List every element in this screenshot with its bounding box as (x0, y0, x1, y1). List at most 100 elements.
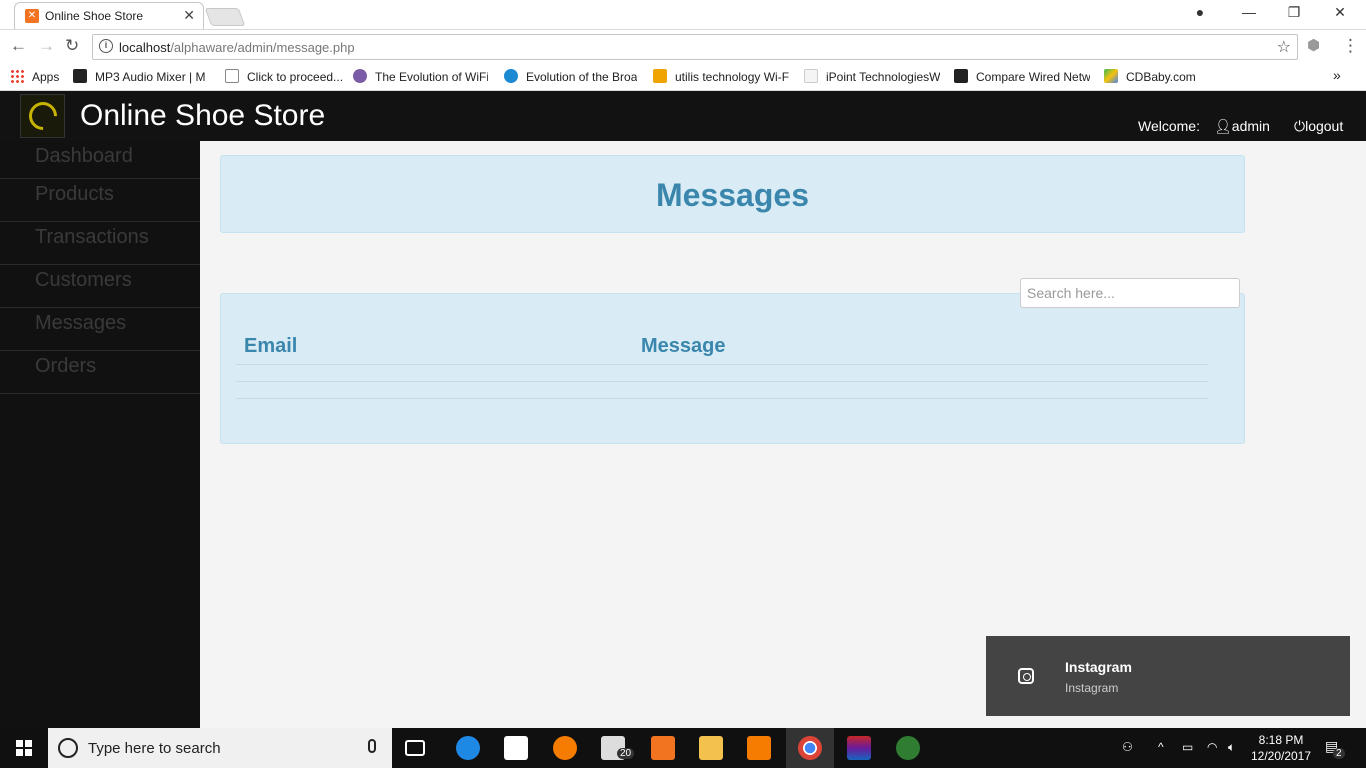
site-info-icon[interactable]: i (99, 39, 113, 53)
table-divider (236, 398, 1208, 399)
bookmark-item[interactable]: Compare Wired Netw (954, 69, 1090, 84)
menu-kebab-icon[interactable]: ⋮ (1342, 36, 1359, 56)
cortana-icon (58, 738, 78, 758)
column-header-message[interactable]: Message (641, 335, 726, 358)
battery-icon[interactable]: ▭ (1182, 740, 1193, 754)
wifi-icon[interactable]: ◠ (1207, 740, 1217, 754)
taskbar-clock[interactable]: 8:18 PM 12/20/2017 (1248, 732, 1314, 764)
reload-icon[interactable]: ↻ (65, 36, 79, 56)
table-divider (236, 364, 1208, 365)
sidebar-item-products[interactable]: Products (0, 179, 200, 222)
back-icon[interactable]: ← (10, 36, 27, 56)
bookmark-label: Compare Wired Netw (976, 70, 1090, 84)
windows-taskbar: Type here to search 20 ⚇ ^ ▭ ◠ 🔈︎ 8:18 P… (0, 728, 1366, 768)
store-logo[interactable] (20, 94, 65, 138)
bookmark-item[interactable]: MP3 Audio Mixer | M (73, 69, 213, 84)
notification-toast[interactable]: Instagram Instagram (986, 636, 1350, 716)
instagram-icon (1018, 668, 1034, 684)
tab-close-icon[interactable]: ✕ (183, 7, 195, 24)
bookmark-label: iPoint TechnologiesW (826, 70, 940, 84)
bookmark-label: MP3 Audio Mixer | M (95, 70, 206, 84)
xampp-icon[interactable] (651, 736, 675, 760)
user-icon: 👤︎ (1214, 118, 1232, 134)
bookmark-item[interactable]: iPoint TechnologiesW (804, 69, 940, 84)
bookmark-item[interactable]: The Evolution of WiFi (353, 69, 488, 84)
logout-label: logout (1305, 118, 1344, 134)
address-bar[interactable]: i localhost/alphaware/admin/message.php … (92, 34, 1298, 60)
browser-tab-strip: ✕ Online Shoe Store ✕ ● — ❐ ✕ (0, 0, 1366, 29)
bookmark-star-icon[interactable]: ☆ (1277, 37, 1291, 57)
winrar-icon[interactable] (847, 736, 871, 760)
show-hidden-icons-icon[interactable]: ^ (1158, 740, 1164, 754)
sidebar-item-customers[interactable]: Customers (0, 265, 200, 308)
windows-logo-icon (16, 740, 32, 756)
utilis-site-icon (653, 69, 667, 83)
table-divider (236, 381, 1208, 382)
welcome-label: Welcome: (1138, 118, 1200, 134)
cdbaby-site-icon (1104, 69, 1118, 83)
bookmark-label: Evolution of the Broa (526, 70, 637, 84)
extension-icon[interactable]: ⬢ (1307, 36, 1320, 54)
bookmark-label: Click to proceed... (247, 70, 343, 84)
more-bookmarks-button[interactable]: » (1333, 67, 1341, 83)
bookmark-item[interactable]: Evolution of the Broa (504, 69, 637, 84)
edge-browser-icon[interactable] (456, 736, 480, 760)
url-host: localhost (119, 40, 171, 55)
taskbar-search-placeholder: Type here to search (88, 740, 221, 757)
file-explorer-icon[interactable] (699, 736, 723, 760)
page-title-panel: Messages (220, 155, 1245, 233)
column-header-email[interactable]: Email (244, 335, 297, 358)
admin-sidebar: Dashboard Products Transactions Customer… (0, 141, 200, 728)
bookmark-item[interactable]: CDBaby.com (1104, 69, 1204, 84)
sidebar-item-orders[interactable]: Orders (0, 351, 200, 394)
chrome-icon[interactable] (798, 736, 822, 760)
user-name: admin (1231, 118, 1270, 134)
new-tab-button[interactable] (204, 8, 246, 26)
firefox-icon[interactable] (553, 736, 577, 760)
toast-title: Instagram (1065, 659, 1132, 675)
url-text: localhost/alphaware/admin/message.php (119, 40, 355, 55)
logout-link[interactable]: ⏻logout (1294, 118, 1343, 135)
sidebar-item-dashboard[interactable]: Dashboard (0, 141, 200, 179)
site-header: Online Shoe Store Welcome: 👤︎admin ⏻logo… (0, 91, 1366, 141)
sidebar-item-transactions[interactable]: Transactions (0, 222, 200, 265)
bookmark-item[interactable]: Click to proceed... (225, 69, 343, 84)
volume-icon[interactable]: 🔈︎ (1228, 740, 1235, 755)
sidebar-item-messages[interactable]: Messages (0, 308, 200, 351)
user-link[interactable]: 👤︎admin (1214, 118, 1270, 135)
window-close-icon[interactable]: ✕ (1330, 4, 1350, 21)
start-button[interactable] (0, 728, 48, 768)
clock-time: 8:18 PM (1258, 733, 1304, 747)
browser-toolbar: ← → ↻ i localhost/alphaware/admin/messag… (0, 29, 1366, 63)
atom-icon[interactable] (896, 736, 920, 760)
messages-table-panel: Email Message (220, 293, 1245, 444)
wifi-site-icon (353, 69, 367, 83)
apps-grid-icon (10, 69, 24, 83)
profile-icon[interactable]: ● (1190, 4, 1210, 20)
toast-subtitle: Instagram (1065, 681, 1119, 695)
forward-icon[interactable]: → (38, 36, 55, 56)
restore-icon[interactable]: ❐ (1284, 4, 1304, 21)
taskbar-search-box[interactable]: Type here to search (48, 728, 392, 768)
store-icon[interactable] (504, 736, 528, 760)
ipoint-site-icon (804, 69, 818, 83)
tab-title: Online Shoe Store (45, 9, 144, 23)
bookmark-item[interactable]: utilis technology Wi-F (653, 69, 789, 84)
search-input[interactable] (1020, 278, 1240, 308)
clock-date: 12/20/2017 (1250, 749, 1312, 763)
browser-tab[interactable]: ✕ Online Shoe Store ✕ (14, 2, 204, 29)
task-view-icon[interactable] (405, 740, 425, 756)
page-icon (225, 69, 239, 83)
url-path: /alphaware/admin/message.php (170, 40, 355, 55)
microphone-icon[interactable] (368, 739, 376, 753)
mp3-mixer-icon (73, 69, 87, 83)
brand-title[interactable]: Online Shoe Store (80, 99, 325, 133)
media-player-icon[interactable] (747, 736, 771, 760)
bookmark-label: CDBaby.com (1126, 70, 1196, 84)
people-icon[interactable]: ⚇ (1122, 740, 1133, 754)
minimize-icon[interactable]: — (1239, 4, 1259, 20)
bookmark-label: Apps (32, 70, 60, 84)
bookmark-label: The Evolution of WiFi (375, 70, 488, 84)
bookmark-apps[interactable]: Apps (10, 69, 59, 84)
broadband-site-icon (504, 69, 518, 83)
